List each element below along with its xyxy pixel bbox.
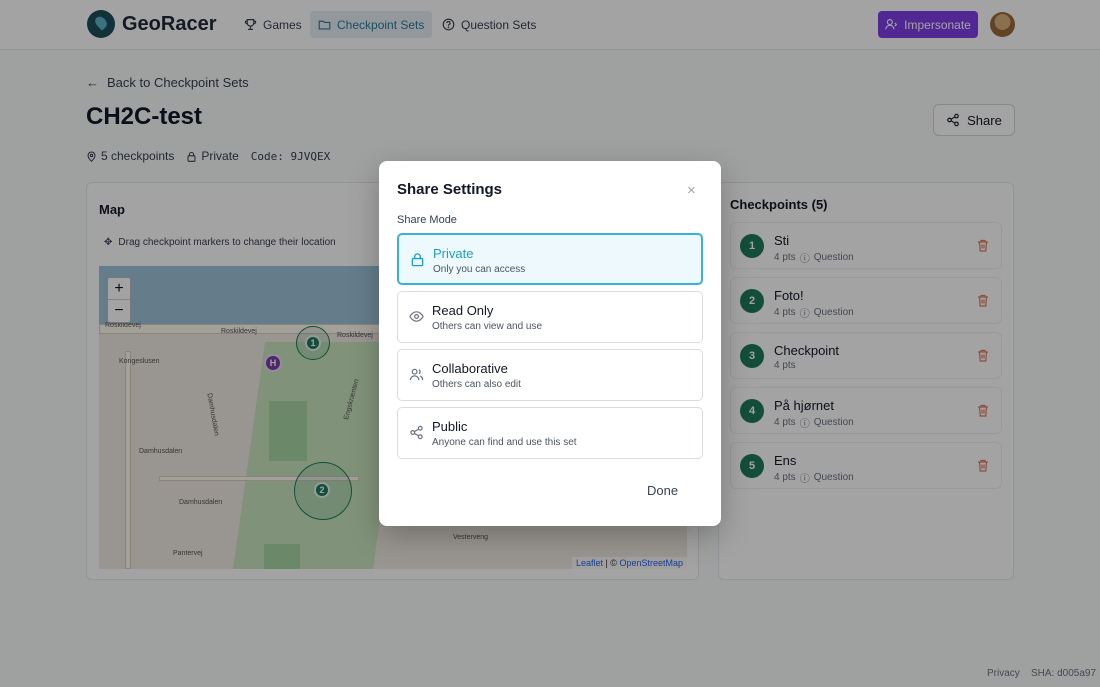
- option-title: Read Only: [432, 303, 494, 318]
- option-description: Anyone can find and use this set: [432, 437, 577, 448]
- close-icon[interactable]: ×: [687, 183, 696, 198]
- eye-icon: [409, 311, 424, 322]
- done-button[interactable]: Done: [647, 483, 678, 498]
- option-title: Private: [433, 246, 474, 261]
- share-icon: [410, 425, 423, 440]
- option-title: Public: [432, 419, 468, 434]
- option-description: Others can also edit: [432, 379, 521, 390]
- share-option-read-only[interactable]: Read Only Others can view and use: [397, 291, 703, 343]
- share-option-private[interactable]: Private Only you can access: [397, 233, 703, 285]
- dialog-title: Share Settings: [397, 181, 503, 198]
- share-mode-label: Share Mode: [397, 214, 457, 226]
- option-description: Only you can access: [433, 264, 526, 275]
- option-description: Others can view and use: [432, 321, 543, 332]
- share-option-collaborative[interactable]: Collaborative Others can also edit: [397, 349, 703, 401]
- lock-icon: [411, 253, 424, 267]
- share-option-public[interactable]: Public Anyone can find and use this set: [397, 407, 703, 459]
- share-settings-dialog: Share Settings × Share Mode Private Only…: [379, 161, 721, 526]
- option-title: Collaborative: [432, 361, 508, 376]
- users-icon: [409, 368, 424, 381]
